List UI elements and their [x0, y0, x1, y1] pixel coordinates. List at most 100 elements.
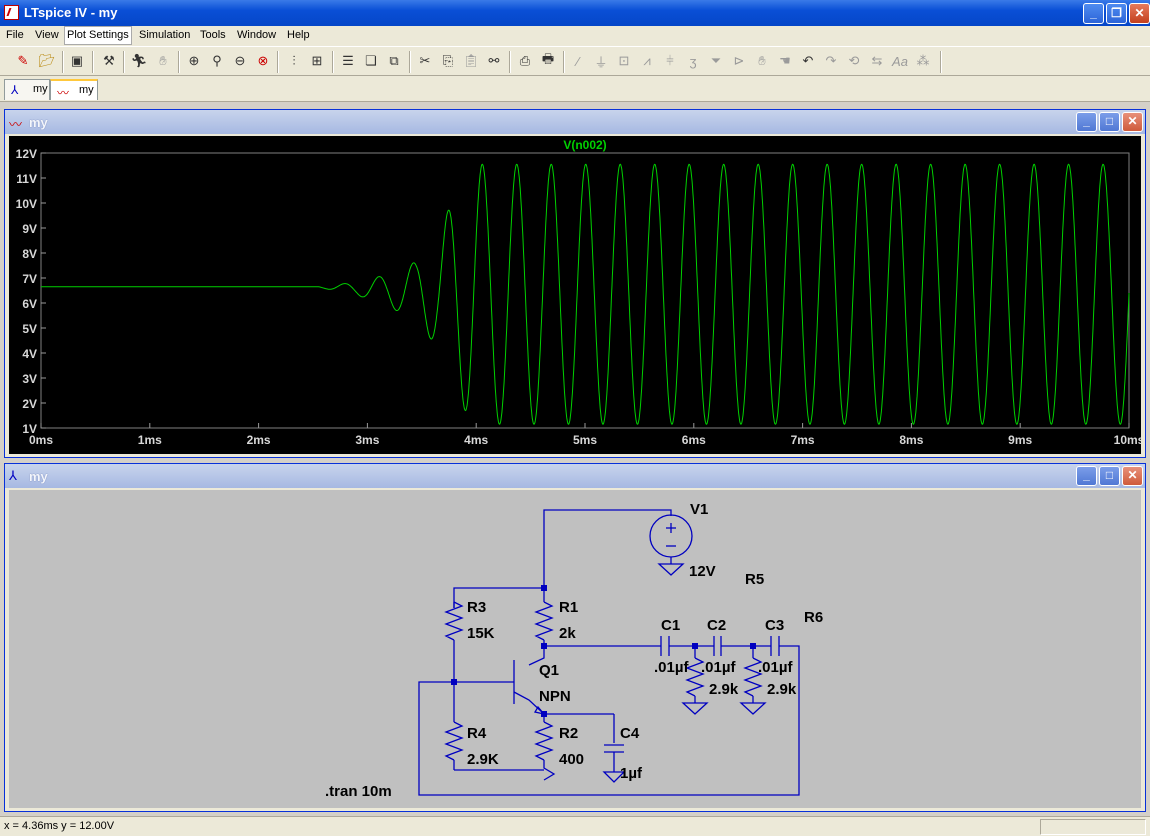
waveform-close-button[interactable]: ✕	[1122, 112, 1143, 132]
save-icon[interactable]: ▣	[68, 52, 86, 70]
cursor-readout: x = 4.36ms y = 12.00V	[4, 820, 115, 832]
drag-icon[interactable]: ☚	[776, 52, 794, 70]
resistor-r4[interactable]	[444, 721, 464, 761]
schematic-maximize-button[interactable]: □	[1099, 466, 1120, 486]
spice-directive[interactable]: .tran 10m	[325, 783, 392, 800]
c2-value[interactable]: .01µf	[701, 659, 736, 676]
tile-horizontal-icon[interactable]: ☰	[339, 52, 357, 70]
resistor-r2[interactable]	[534, 721, 554, 761]
c4-value[interactable]: 1µf	[620, 765, 643, 782]
x-tick-label: 4ms	[464, 433, 488, 447]
c3-label[interactable]: C3	[765, 617, 784, 634]
x-tick-label: 8ms	[899, 433, 923, 447]
schematic-canvas[interactable]: V1 12V R5 R6 R1 2k R3 15K Q1 NPN R2 400 …	[9, 490, 1141, 808]
c1-value[interactable]: .01µf	[654, 659, 689, 676]
paste-icon[interactable]: 📋︎	[462, 52, 480, 70]
c2-label[interactable]: C2	[707, 617, 726, 634]
run-icon[interactable]: 🏃︎	[130, 52, 148, 70]
wire[interactable]	[543, 760, 556, 781]
capacitor-icon[interactable]: ⫩	[661, 52, 679, 70]
c1-label[interactable]: C1	[661, 617, 680, 634]
menu-plot-settings[interactable]: Plot Settings	[64, 26, 132, 45]
trace-v-n002	[41, 163, 1130, 425]
zoom-pan-icon[interactable]: ⚲	[208, 52, 226, 70]
undo-icon[interactable]: ↶	[799, 52, 817, 70]
mark-data-icon[interactable]: ⊞	[308, 52, 326, 70]
r2-label[interactable]: R2	[559, 725, 578, 742]
minimize-button[interactable]: _	[1083, 3, 1104, 24]
spice-directive-icon[interactable]: ⁂	[914, 52, 932, 70]
junction-dot	[451, 679, 457, 685]
r3-value[interactable]: 15K	[467, 625, 495, 642]
rotate-icon[interactable]: ⟲	[845, 52, 863, 70]
r4-value[interactable]: 2.9K	[467, 751, 499, 768]
move-icon[interactable]: ✋︎	[753, 52, 771, 70]
schematic-drawing[interactable]: V1 12V R5 R6 R1 2k R3 15K Q1 NPN R2 400 …	[9, 490, 1141, 808]
schematic-window-title: my	[29, 469, 48, 484]
c4-label[interactable]: C4	[620, 725, 640, 742]
wire-icon[interactable]: ∕	[569, 52, 587, 70]
q1-label[interactable]: Q1	[539, 662, 559, 679]
v1-label[interactable]: V1	[690, 501, 708, 518]
waveform-plot-pane[interactable]: 1V 2V 3V 4V 5V 6V 7V 8V 9V 10V 11V 12V 0ms 1ms 2ms 3ms 4…	[9, 136, 1145, 454]
r3-label[interactable]: R3	[467, 599, 486, 616]
open-icon[interactable]: 📂︎	[38, 52, 56, 70]
close-window-icon[interactable]: ⧉	[385, 52, 403, 70]
r6-label[interactable]: R6	[804, 609, 823, 626]
r1-label[interactable]: R1	[559, 599, 578, 616]
zoom-out-icon[interactable]: ⊖	[231, 52, 249, 70]
tab-waveform[interactable]: 〰 my	[50, 79, 98, 100]
cut-icon[interactable]: ✂	[416, 52, 434, 70]
component-icon[interactable]: ⊳	[730, 52, 748, 70]
control-panel-icon[interactable]: ⚒	[100, 52, 118, 70]
r4-label[interactable]: R4	[467, 725, 487, 742]
autorange-icon[interactable]: ⫶	[285, 52, 303, 70]
inductor-icon[interactable]: ʒ	[684, 52, 702, 70]
find-icon[interactable]: ⚯	[485, 52, 503, 70]
label-net-icon[interactable]: ⊡	[615, 52, 633, 70]
cascade-icon[interactable]: ❏	[362, 52, 380, 70]
c3-value[interactable]: .01µf	[758, 659, 793, 676]
waveform-chart[interactable]: 1V2V3V4V5V6V7V8V9V10V11V12V0ms 1ms 2ms 3ms 4…	[9, 136, 1145, 454]
redo-icon[interactable]: ↷	[822, 52, 840, 70]
diode-icon[interactable]: ⏷	[707, 52, 725, 70]
print-icon[interactable]: 🖶︎	[539, 51, 557, 70]
ground-icon[interactable]: ⏚	[592, 52, 610, 70]
resistor-r1[interactable]	[534, 601, 554, 641]
copy-icon[interactable]: ⎘	[439, 52, 457, 70]
menu-view[interactable]: View	[35, 29, 59, 41]
menu-help[interactable]: Help	[287, 29, 310, 41]
waveform-minimize-button[interactable]: _	[1076, 112, 1097, 132]
status-bar: x = 4.36ms y = 12.00V	[0, 816, 1150, 836]
r2-value[interactable]: 400	[559, 751, 584, 768]
wire-v1-top[interactable]	[543, 509, 672, 590]
zoom-fit-icon[interactable]: ⊗	[254, 52, 272, 70]
menu-simulation[interactable]: Simulation	[139, 29, 190, 41]
q1-value[interactable]: NPN	[539, 688, 571, 705]
tab-schematic[interactable]: ⅄ my	[4, 79, 50, 100]
voltage-source-v1[interactable]	[649, 514, 693, 558]
menu-tools[interactable]: Tools	[200, 29, 226, 41]
close-button[interactable]: ✕	[1129, 3, 1150, 24]
wire-feedback-loop[interactable]	[418, 645, 800, 796]
r1-value[interactable]: 2k	[559, 625, 576, 642]
text-icon[interactable]: Aa	[891, 52, 909, 70]
menu-window[interactable]: Window	[237, 29, 276, 41]
shunt-2-value[interactable]: 2.9k	[767, 681, 797, 698]
menu-file[interactable]: File	[6, 29, 24, 41]
r5-label[interactable]: R5	[745, 571, 764, 588]
zoom-in-icon[interactable]: ⊕	[185, 52, 203, 70]
print-setup-icon[interactable]: ⎙	[516, 52, 534, 70]
v1-value[interactable]: 12V	[689, 563, 716, 580]
schematic-minimize-button[interactable]: _	[1076, 466, 1097, 486]
waveform-maximize-button[interactable]: □	[1099, 112, 1120, 132]
mirror-icon[interactable]: ⇆	[868, 52, 886, 70]
resistor-icon[interactable]: ⩘	[638, 52, 656, 70]
new-schematic-icon[interactable]: ✎	[14, 52, 32, 70]
halt-icon[interactable]: ✋︎	[154, 52, 172, 70]
shunt-1-value[interactable]: 2.9k	[709, 681, 739, 698]
schematic-window: ⅄ my _ □ ✕ V1 12V R5 R6 R1 2k R3 15K Q1 …	[4, 463, 1146, 812]
restore-button[interactable]: ❐	[1106, 3, 1127, 24]
schematic-close-button[interactable]: ✕	[1122, 466, 1143, 486]
y-tick-label: 12V	[16, 147, 37, 161]
